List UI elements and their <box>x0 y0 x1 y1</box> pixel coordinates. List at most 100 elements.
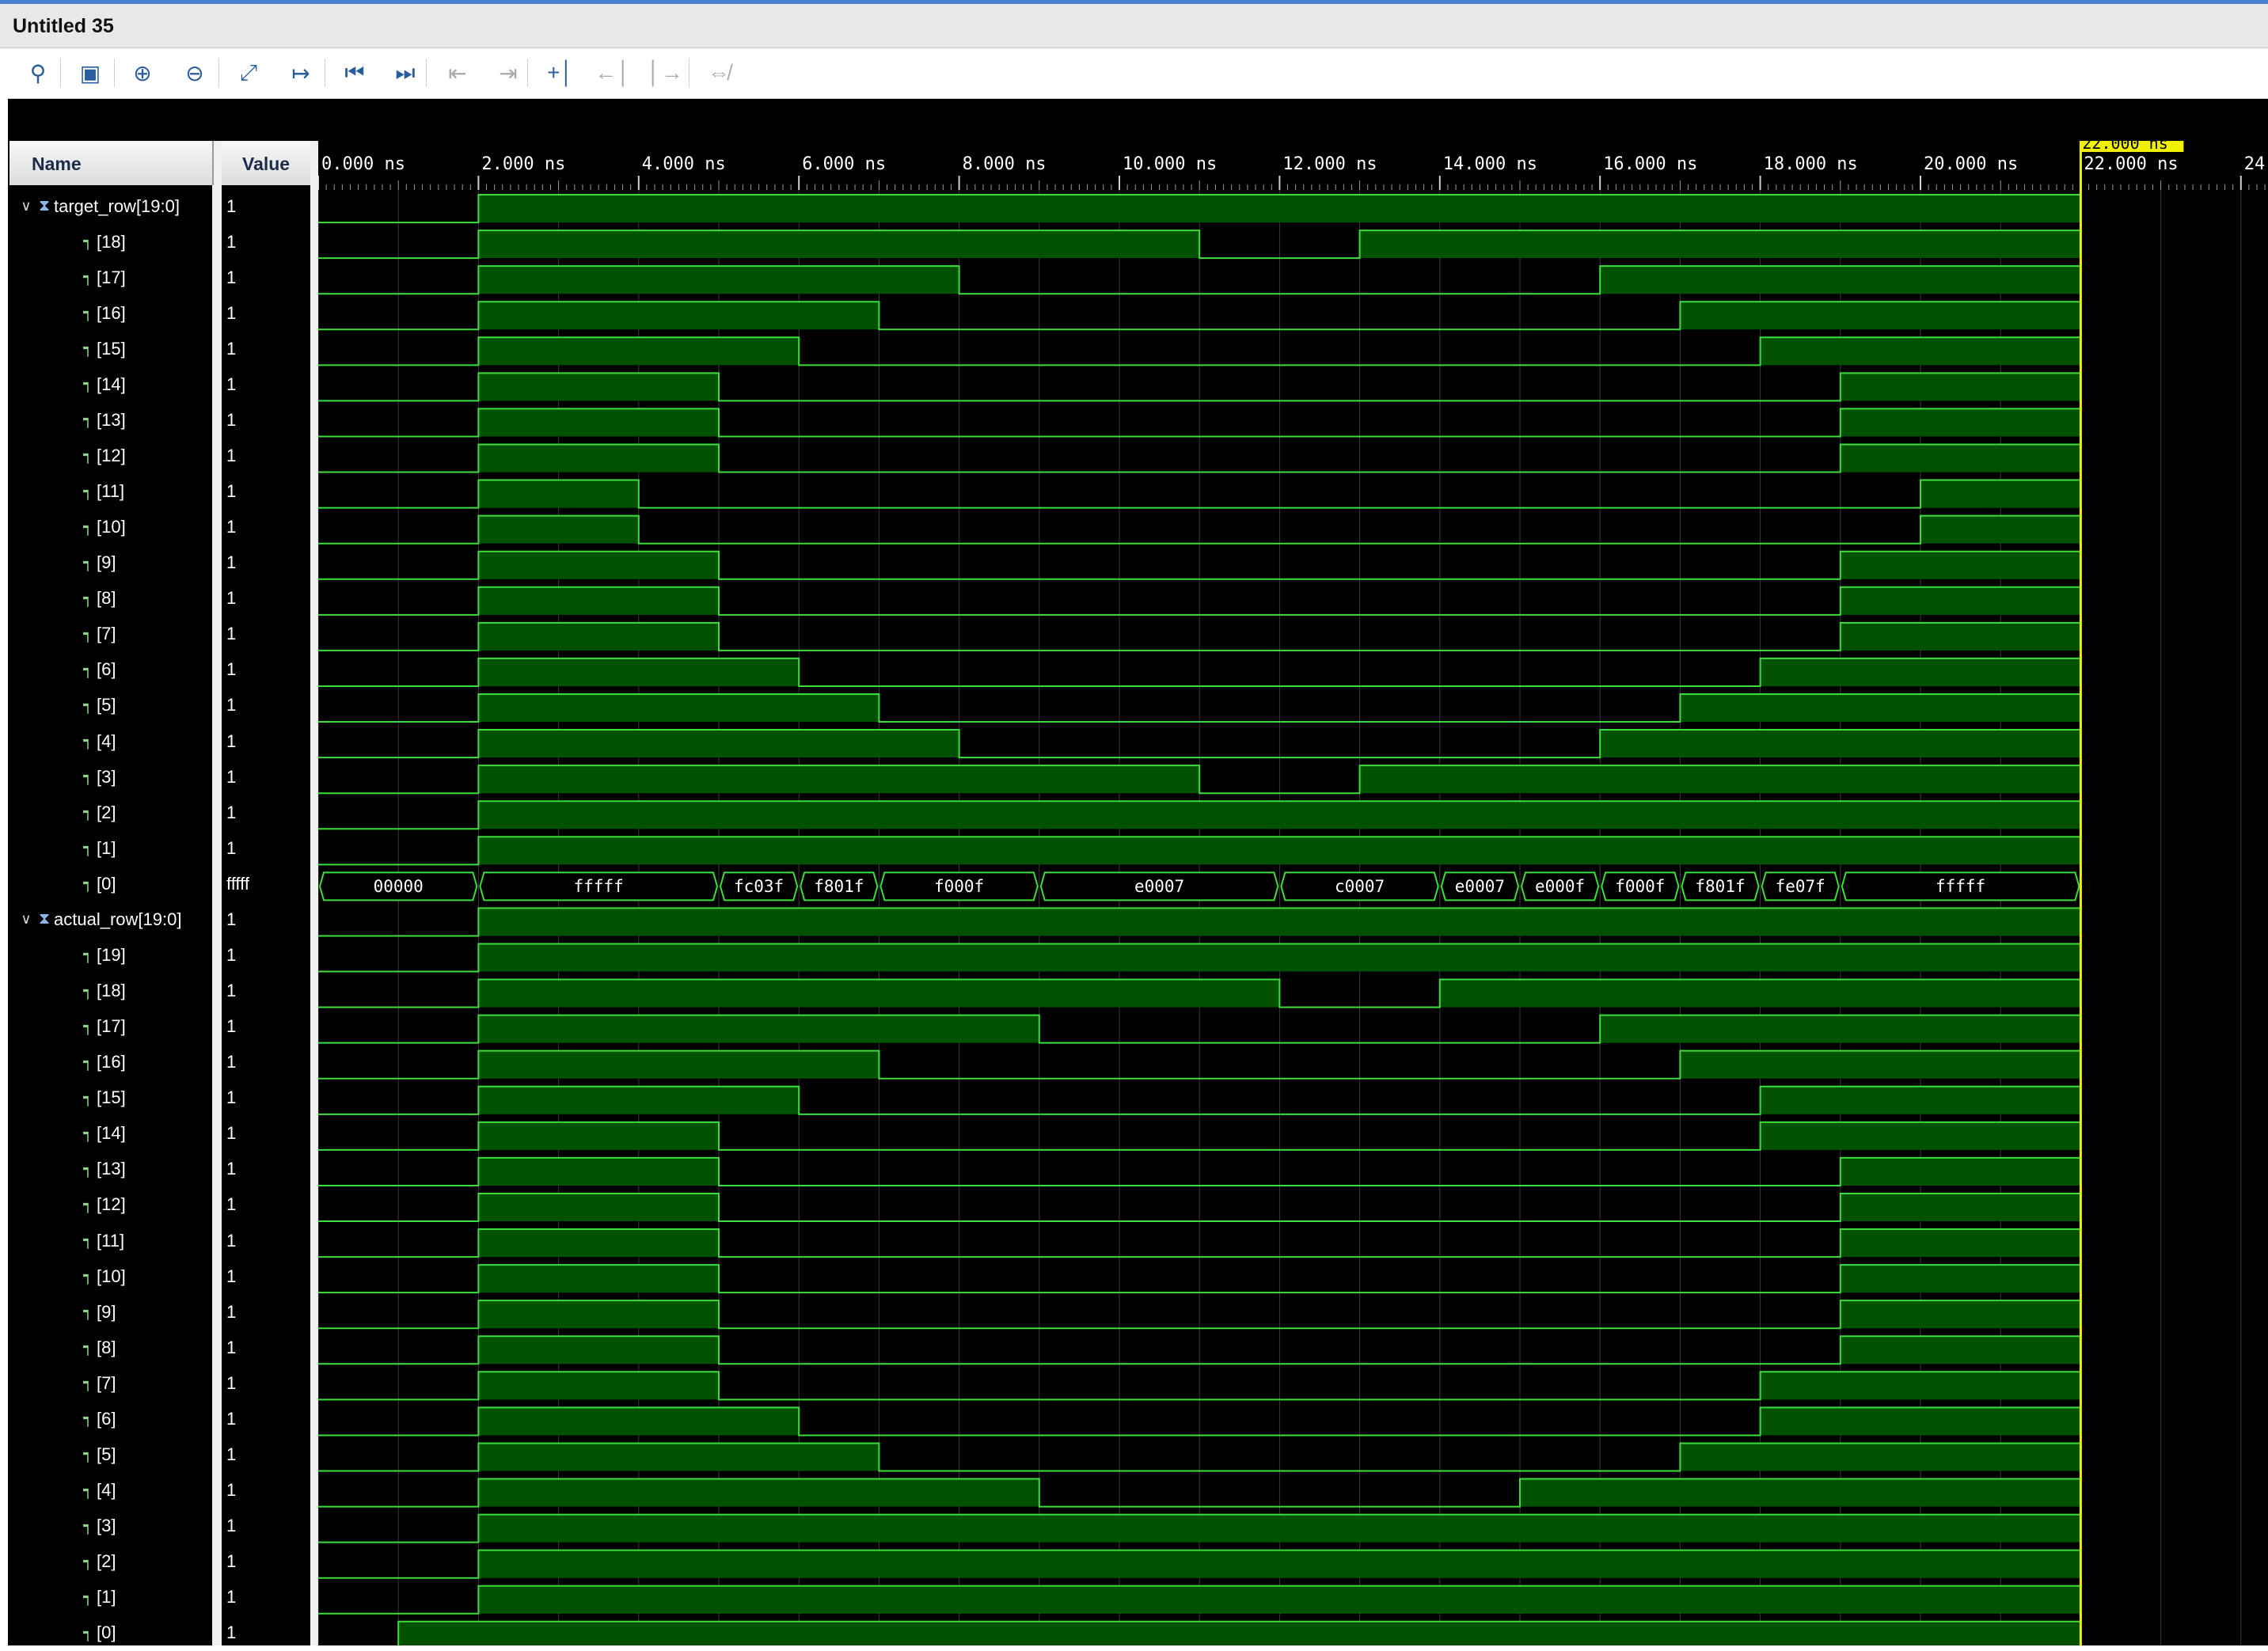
signal-row[interactable]: ┑ [10] <box>9 1258 212 1294</box>
previous-marker-button[interactable]: ←│ <box>595 55 631 90</box>
waveform-row[interactable]: 00000 fffff fc03f f801f f000f e0007 c0007 e0007… <box>318 871 2080 901</box>
search-icon: ⚲ <box>29 60 47 85</box>
waveform-row[interactable] <box>318 836 2081 866</box>
waveform-row[interactable] <box>318 765 2081 795</box>
swap-cursors-button[interactable]: ⇎ <box>701 55 736 90</box>
bus-value-label: f801f <box>1695 877 1745 896</box>
signal-row[interactable]: ┑ [11] <box>9 474 212 510</box>
waveform-row[interactable] <box>318 1549 2081 1579</box>
zoom-fit-button[interactable]: ⤢ <box>231 55 266 90</box>
bit-signal-icon: ┑ <box>83 447 93 465</box>
wave-high-segment <box>1920 480 2081 508</box>
signal-row[interactable]: ┑ [4] <box>9 1473 212 1509</box>
signal-row[interactable]: ┑ [9] <box>9 1294 212 1330</box>
signal-row[interactable]: ┑ [1] <box>9 1580 212 1615</box>
waveform-row[interactable] <box>318 1620 2081 1645</box>
signal-row[interactable]: ┑ [12] <box>9 438 212 473</box>
signal-row[interactable]: ┑ [0] <box>9 1615 212 1651</box>
bus-value-label: fffff <box>574 877 624 896</box>
wave-high-segment <box>478 1157 719 1186</box>
waveform-row[interactable] <box>318 1513 2081 1543</box>
expand-collapse-icon[interactable]: ∨ <box>17 911 35 928</box>
signal-row[interactable]: ┑ [5] <box>9 1437 212 1472</box>
waveform-row[interactable] <box>318 1585 2081 1615</box>
signal-row[interactable]: ┑ [16] <box>9 295 212 331</box>
signal-row[interactable]: ┑ [11] <box>9 1223 212 1258</box>
left-margin <box>0 99 8 1645</box>
waveform-row[interactable] <box>318 194 2081 224</box>
signal-value: 1 <box>226 409 237 430</box>
signal-row[interactable]: ┑ [4] <box>9 723 212 759</box>
previous-transition-button[interactable]: ⇤ <box>440 55 475 90</box>
signal-row[interactable]: ┑ [10] <box>9 510 212 545</box>
signal-row[interactable]: ┑ [9] <box>9 545 212 581</box>
signal-value: 1 <box>226 588 237 609</box>
waveform-canvas[interactable]: 00000 fffff fc03f f801f f000f e0007 c0007 e0007… <box>318 190 2268 1645</box>
signal-row[interactable]: ┑ [0] <box>9 866 212 901</box>
signal-value: 1 <box>226 1623 237 1643</box>
waveform-row[interactable] <box>318 230 2081 260</box>
bit-signal-icon: ┑ <box>83 1410 93 1428</box>
next-marker-button[interactable]: │→ <box>647 55 683 90</box>
signal-name: [16] <box>97 1052 126 1072</box>
bus-signal-row[interactable]: ∨ ⧗ target_row[19:0] <box>9 188 212 224</box>
search-button[interactable]: ⚲ <box>21 55 55 90</box>
cursor-time-label[interactable]: 22.000 ns <box>2082 141 2167 153</box>
signal-row[interactable]: ┑ [18] <box>9 974 212 1009</box>
signal-row[interactable]: ┑ [3] <box>9 759 212 795</box>
bus-signal-icon: ⧗ <box>38 197 51 214</box>
signal-row[interactable]: ┑ [7] <box>9 617 212 652</box>
zoom-out-button[interactable]: ⊖ <box>177 55 212 90</box>
go-to-cursor-button[interactable]: ↦ <box>283 55 318 90</box>
save-button[interactable]: ▣ <box>73 55 108 90</box>
signal-row[interactable]: ┑ [15] <box>9 1080 212 1116</box>
signal-row[interactable]: ┑ [14] <box>9 366 212 402</box>
signal-value: 1 <box>226 1016 237 1037</box>
signal-row[interactable]: ┑ [1] <box>9 830 212 866</box>
signal-row[interactable]: ┑ [19] <box>9 937 212 973</box>
signal-row[interactable]: ┑ [3] <box>9 1509 212 1544</box>
waveform-row[interactable] <box>318 800 2081 830</box>
signal-name: [17] <box>97 267 126 287</box>
go-to-start-button[interactable]: ⏮ <box>337 55 372 90</box>
bit-signal-icon: ┑ <box>83 305 93 322</box>
add-marker-button[interactable]: +│ <box>543 55 578 90</box>
name-column-header[interactable]: Name <box>9 141 214 185</box>
wave-high-segment <box>478 1122 719 1150</box>
signal-row[interactable]: ┑ [13] <box>9 402 212 438</box>
signal-name: target_row[19:0] <box>54 195 180 216</box>
signal-row[interactable]: ┑ [17] <box>9 260 212 295</box>
wave-high-segment <box>478 1086 800 1114</box>
next-transition-button[interactable]: ⇥ <box>491 55 526 90</box>
signal-row[interactable]: ┑ [17] <box>9 1009 212 1045</box>
signal-row[interactable]: ┑ [6] <box>9 652 212 688</box>
value-column-header[interactable]: Value <box>222 141 310 185</box>
swap-cursors-icon: ⇎ <box>708 60 730 85</box>
signal-row[interactable]: ┑ [2] <box>9 1544 212 1580</box>
signal-row[interactable]: ┑ [8] <box>9 1330 212 1365</box>
signal-row[interactable]: ┑ [7] <box>9 1365 212 1401</box>
signal-row[interactable]: ┑ [16] <box>9 1045 212 1080</box>
signal-row[interactable]: ┑ [6] <box>9 1401 212 1437</box>
signal-row[interactable]: ┑ [18] <box>9 224 212 260</box>
signal-row[interactable]: ┑ [2] <box>9 795 212 830</box>
signal-name: [7] <box>97 624 116 644</box>
bus-signal-row[interactable]: ∨ ⧗ actual_row[19:0] <box>9 901 212 937</box>
signal-row[interactable]: ┑ [15] <box>9 331 212 366</box>
value-wave-divider[interactable] <box>310 141 318 1645</box>
bit-signal-icon: ┑ <box>83 1339 93 1357</box>
go-to-end-button[interactable]: ⏭ <box>388 55 423 90</box>
name-value-divider[interactable] <box>212 141 222 1645</box>
time-ruler[interactable]: 0.000 ns 2.000 ns 4.000 ns 6.000 ns 8.000 ns… <box>318 141 2268 190</box>
waveform-row[interactable] <box>318 907 2081 937</box>
zoom-in-button[interactable]: ⊕ <box>125 55 160 90</box>
signal-row[interactable]: ┑ [13] <box>9 1152 212 1187</box>
bit-signal-icon: ┑ <box>83 1482 93 1499</box>
waveform-row[interactable] <box>318 978 2081 1008</box>
signal-row[interactable]: ┑ [12] <box>9 1187 212 1223</box>
expand-collapse-icon[interactable]: ∨ <box>17 198 35 214</box>
signal-row[interactable]: ┑ [8] <box>9 581 212 617</box>
waveform-row[interactable] <box>318 943 2081 973</box>
signal-row[interactable]: ┑ [14] <box>9 1116 212 1152</box>
signal-row[interactable]: ┑ [5] <box>9 688 212 723</box>
